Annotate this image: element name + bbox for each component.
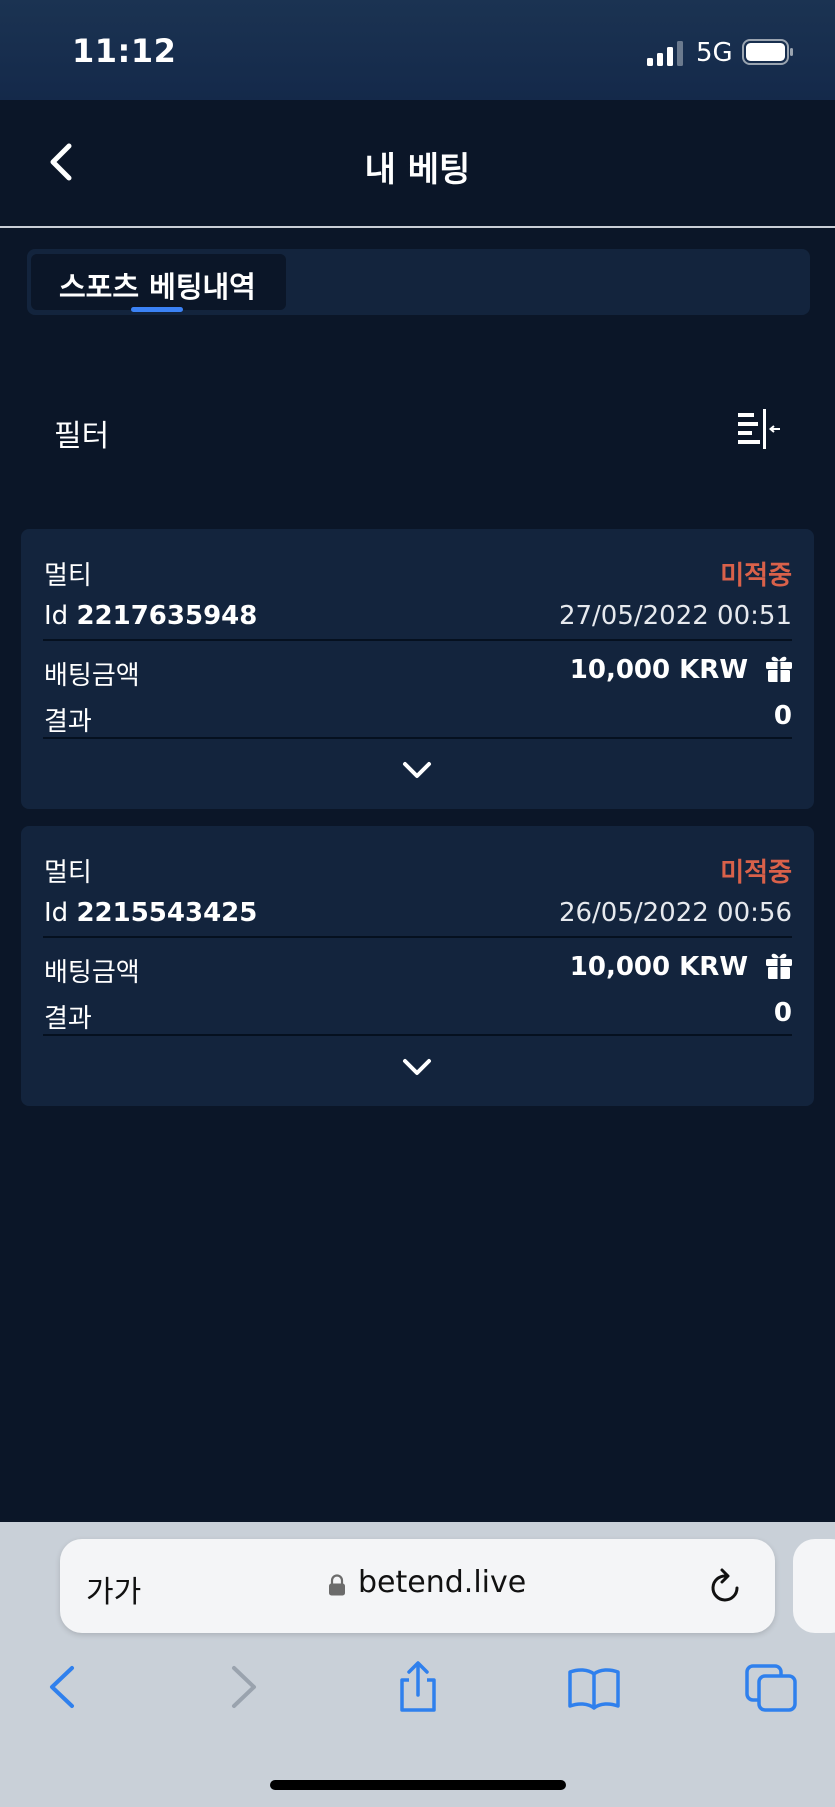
bet-status: 미적중 xyxy=(720,858,792,888)
browser-back-icon[interactable] xyxy=(36,1660,92,1714)
cellular-signal-icon xyxy=(647,41,683,66)
address-bar[interactable]: 가가 betend.live xyxy=(60,1539,775,1633)
bet-type: 멀티 xyxy=(44,858,92,888)
gift-icon[interactable] xyxy=(764,653,794,683)
bet-amount: 10,000 KRW xyxy=(569,655,748,685)
bet-id-line: Id 2215543425 xyxy=(44,898,257,928)
page-title: 내 베팅 xyxy=(364,150,471,190)
bet-datetime: 26/05/2022 00:56 xyxy=(558,898,792,928)
browser-toolbar: 가가 betend.live xyxy=(0,1522,835,1807)
bet-id-prefix: Id xyxy=(44,601,69,631)
bet-card: 멀티 미적중 Id 2215543425 26/05/2022 00:56 배팅… xyxy=(21,826,814,1106)
row-divider xyxy=(43,936,792,938)
tab-bar: 스포츠 베팅내역 xyxy=(27,249,810,315)
tab-sports-bet-history[interactable]: 스포츠 베팅내역 xyxy=(31,254,286,312)
header-divider xyxy=(0,226,835,228)
bet-amount: 10,000 KRW xyxy=(569,952,748,982)
chevron-down-icon xyxy=(403,762,431,778)
app-header: 내 베팅 xyxy=(0,100,835,228)
row-divider xyxy=(43,737,792,739)
bet-type: 멀티 xyxy=(44,561,92,591)
active-tab-indicator xyxy=(131,307,183,312)
home-indicator xyxy=(270,1780,566,1790)
bet-status: 미적중 xyxy=(720,561,792,591)
bet-id-line: Id 2217635948 xyxy=(44,601,257,631)
tabs-icon[interactable] xyxy=(743,1660,799,1714)
browser-forward-icon[interactable] xyxy=(214,1660,270,1714)
next-tab-peek[interactable] xyxy=(793,1539,835,1633)
url-text[interactable]: betend.live xyxy=(358,1565,526,1600)
bet-amount-label: 배팅금액 xyxy=(44,958,140,988)
bet-card: 멀티 미적중 Id 2217635948 27/05/2022 00:51 배팅… xyxy=(21,529,814,809)
bet-id-prefix: Id xyxy=(44,898,69,928)
bet-amount-label: 배팅금액 xyxy=(44,661,140,691)
gift-icon[interactable] xyxy=(764,950,794,980)
bet-id: 2217635948 xyxy=(76,601,258,631)
bet-result-label: 결과 xyxy=(44,1004,92,1034)
chevron-down-icon xyxy=(403,1059,431,1075)
status-time: 11:12 xyxy=(72,32,177,70)
battery-icon xyxy=(742,39,793,65)
network-type: 5G xyxy=(696,38,733,68)
bet-datetime: 27/05/2022 00:51 xyxy=(558,601,792,631)
filter-toggle-button[interactable] xyxy=(730,405,786,455)
tab-label: 스포츠 베팅내역 xyxy=(59,270,256,304)
bet-id: 2215543425 xyxy=(76,898,258,928)
filter-panel-icon xyxy=(738,409,780,449)
expand-bet-button[interactable] xyxy=(397,753,437,787)
status-bar: 11:12 5G xyxy=(0,0,835,100)
share-icon[interactable] xyxy=(390,1660,446,1714)
lock-icon xyxy=(329,1574,345,1596)
bookmarks-icon[interactable] xyxy=(566,1660,622,1714)
app-screen: 11:12 5G 내 베팅 스포츠 베팅내역 필터 멀티 미적중 Id 2217… xyxy=(0,0,835,1807)
row-divider xyxy=(43,1034,792,1036)
reload-icon[interactable] xyxy=(708,1567,744,1605)
bet-result: 0 xyxy=(773,701,792,731)
text-size-button[interactable]: 가가 xyxy=(86,1567,141,1611)
filter-label: 필터 xyxy=(54,419,110,454)
bet-result-label: 결과 xyxy=(44,707,92,737)
row-divider xyxy=(43,639,792,641)
bet-result: 0 xyxy=(773,998,792,1028)
expand-bet-button[interactable] xyxy=(397,1050,437,1084)
